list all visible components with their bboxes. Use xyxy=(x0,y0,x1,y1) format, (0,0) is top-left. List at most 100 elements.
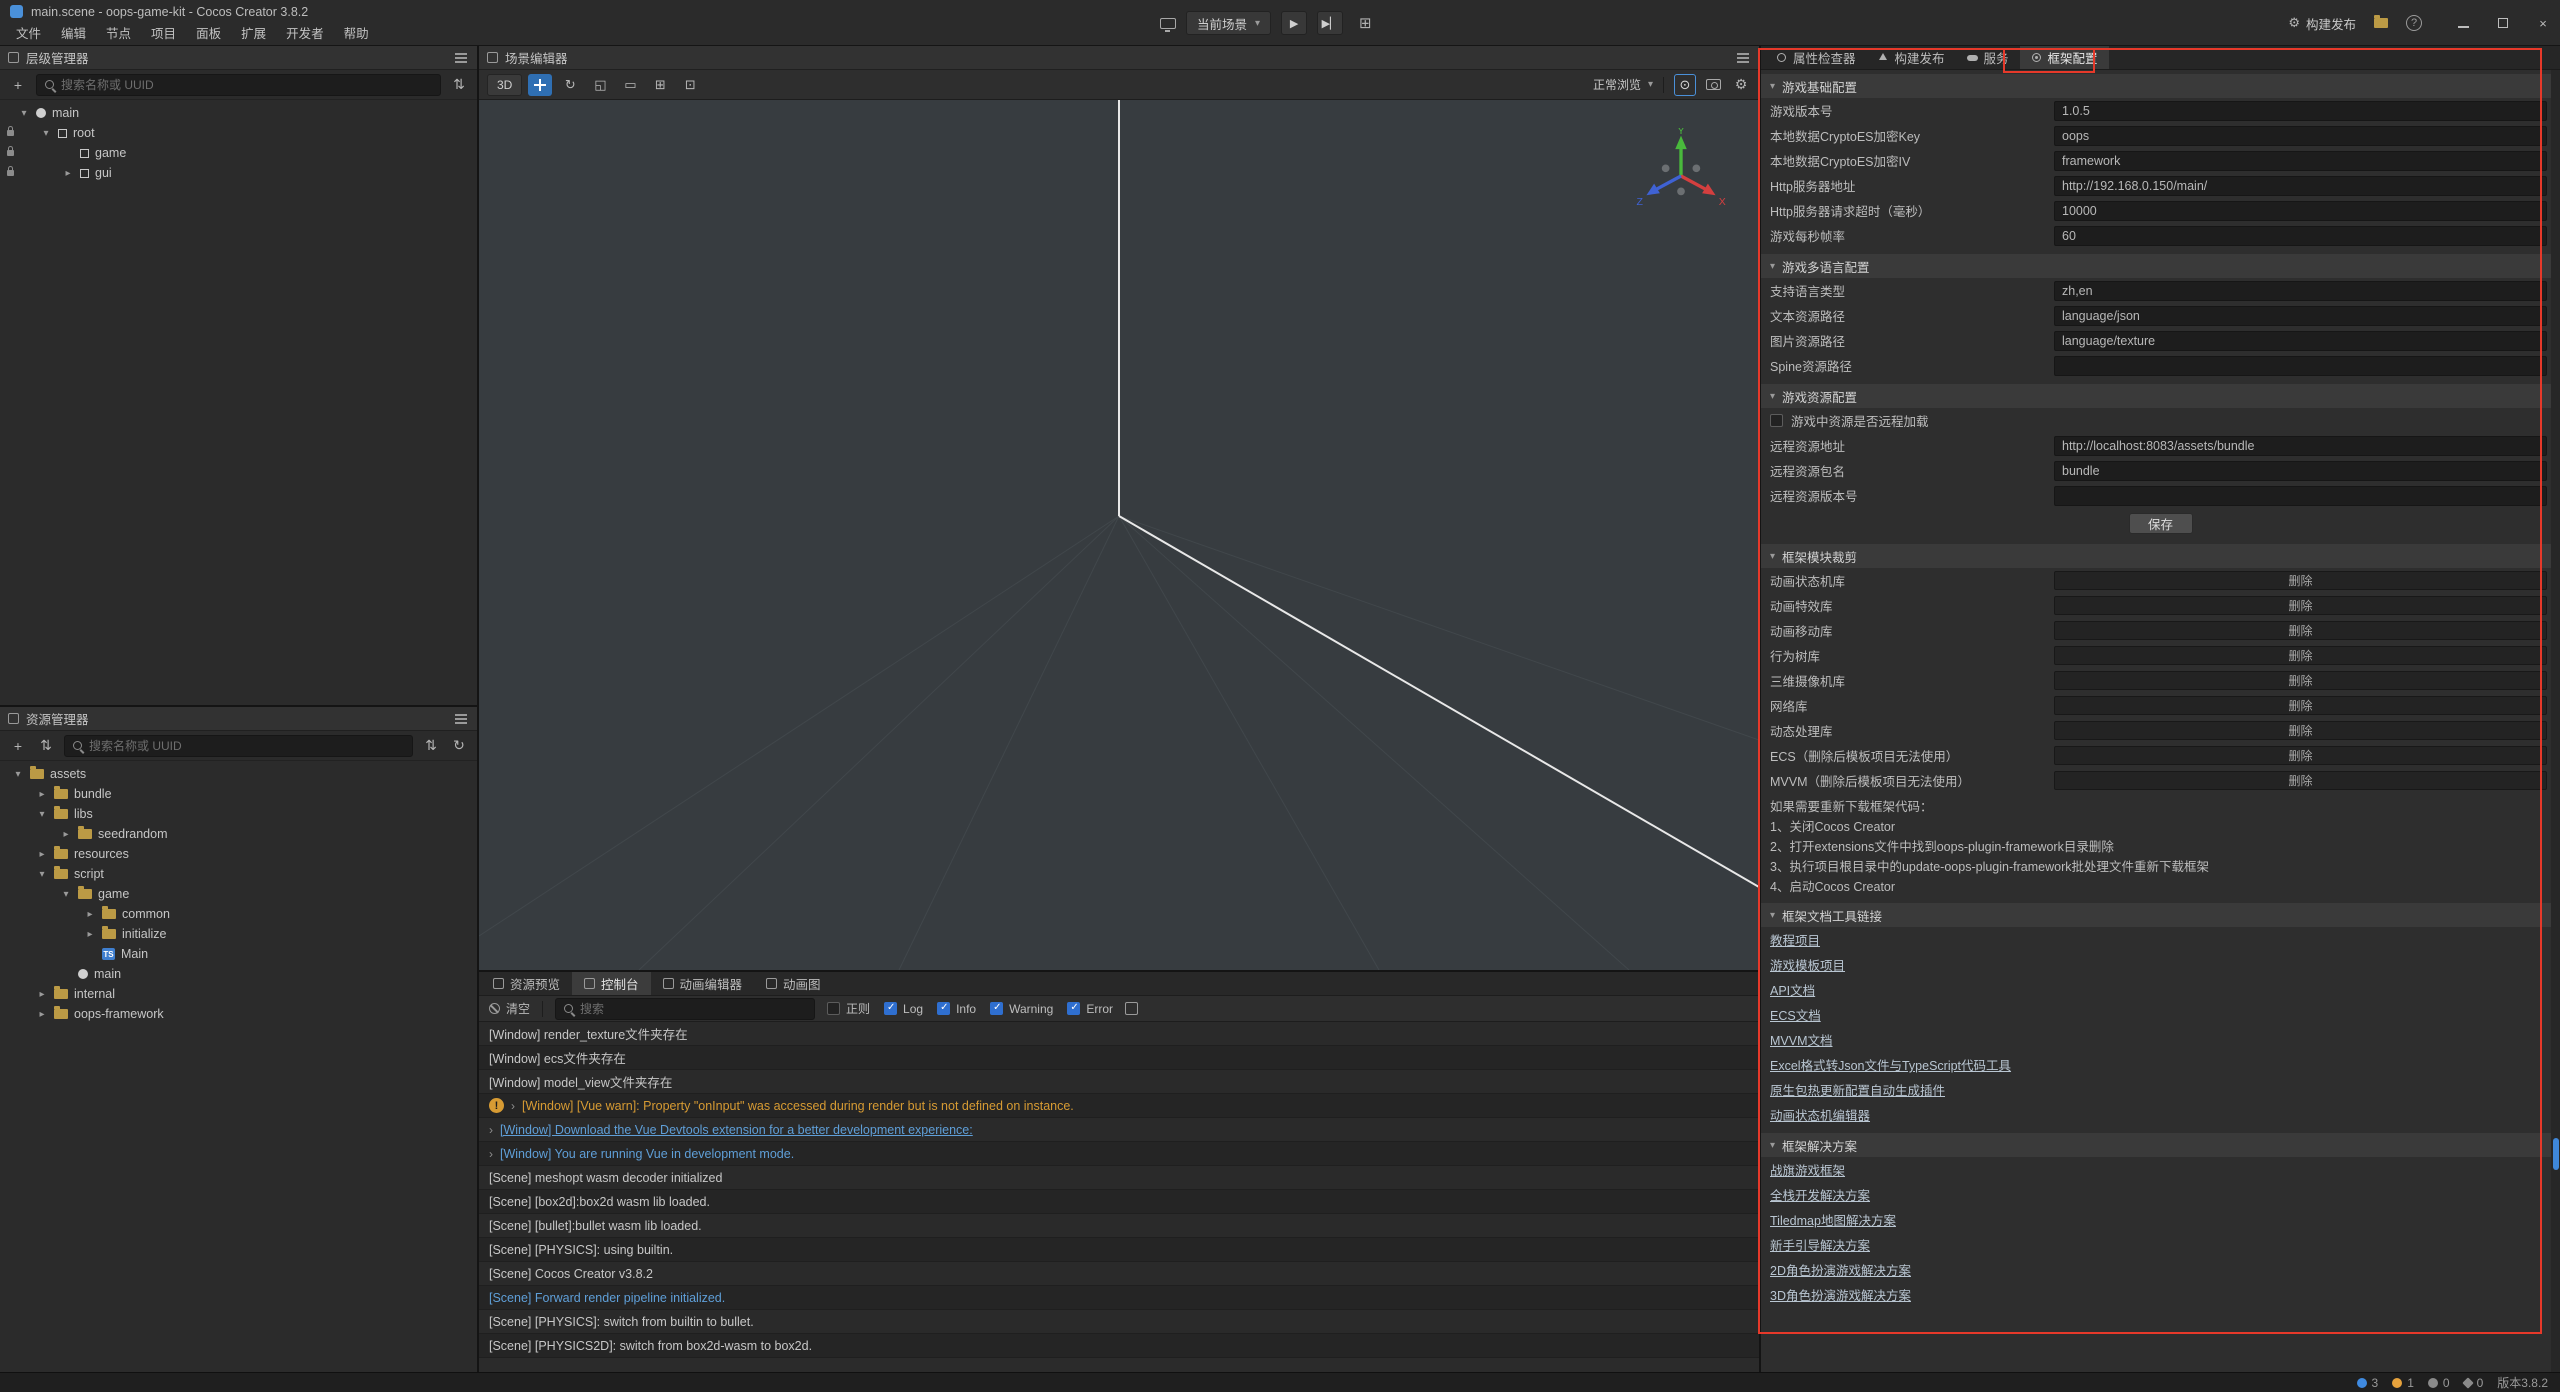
expand-arrow-icon[interactable]: › xyxy=(511,1099,515,1113)
delete-module-button[interactable]: 删除 xyxy=(2054,696,2547,715)
expand-arrow-icon[interactable]: ▸ xyxy=(36,989,48,1000)
expand-arrow-icon[interactable]: › xyxy=(489,1147,493,1161)
console-tab[interactable]: 资源预览 xyxy=(481,972,572,995)
expand-arrow-icon[interactable]: ▸ xyxy=(36,849,48,860)
delete-module-button[interactable]: 删除 xyxy=(2054,671,2547,690)
expand-arrow-icon[interactable]: ▸ xyxy=(84,909,96,920)
panel-menu-icon[interactable] xyxy=(455,718,467,720)
menu-item[interactable]: 编辑 xyxy=(51,23,96,46)
section-header-solutions[interactable]: ▾ 框架解决方案 xyxy=(1761,1133,2560,1157)
field-input[interactable] xyxy=(2054,281,2547,301)
field-input[interactable] xyxy=(2054,331,2547,351)
console-tab[interactable]: 控制台 xyxy=(572,972,651,995)
assets-search-input[interactable] xyxy=(89,739,404,753)
panel-menu-icon[interactable] xyxy=(455,57,467,59)
expand-arrow-icon[interactable]: ▸ xyxy=(84,929,96,940)
console-tab[interactable]: 动画图 xyxy=(754,972,833,995)
hierarchy-search-input[interactable] xyxy=(61,78,432,92)
status-count[interactable]: 0 xyxy=(2464,1376,2484,1390)
menu-item[interactable]: 节点 xyxy=(96,23,141,46)
scene-select-dropdown[interactable]: 当前场景 ▾ xyxy=(1186,11,1271,35)
rotate-tool-button[interactable]: ↻ xyxy=(558,74,582,96)
clear-console-button[interactable]: 清空 xyxy=(489,1000,530,1017)
section-header-res[interactable]: ▾ 游戏资源配置 xyxy=(1761,384,2560,408)
asset-node[interactable]: Main xyxy=(0,944,477,964)
log-row[interactable]: [Scene] [PHYSICS]: using builtin. xyxy=(479,1238,1759,1262)
field-input[interactable] xyxy=(2054,101,2547,121)
rect-tool-button[interactable]: ▭ xyxy=(618,74,642,96)
expand-arrow-icon[interactable]: ▾ xyxy=(40,128,52,139)
asset-node[interactable]: ▾ script xyxy=(0,864,477,884)
checkbox[interactable] xyxy=(990,1002,1003,1015)
console-search-input[interactable] xyxy=(580,1002,806,1016)
asset-node[interactable]: ▸ oops-framework xyxy=(0,1004,477,1024)
pivot-button[interactable]: ⊡ xyxy=(678,74,702,96)
inspector-tab[interactable]: 构建发布 xyxy=(1867,46,1956,69)
delete-module-button[interactable]: 删除 xyxy=(2054,571,2547,590)
asset-node[interactable]: ▾ game xyxy=(0,884,477,904)
log-filter-checkbox[interactable]: 正则 xyxy=(827,1000,870,1017)
field-input[interactable] xyxy=(2054,356,2547,376)
menu-item[interactable]: 文件 xyxy=(6,23,51,46)
expand-arrow-icon[interactable]: ▾ xyxy=(36,809,48,820)
delete-module-button[interactable]: 删除 xyxy=(2054,646,2547,665)
section-header-basic[interactable]: ▾ 游戏基础配置 xyxy=(1761,74,2560,98)
export-log-icon[interactable] xyxy=(1125,1002,1138,1015)
checkbox[interactable] xyxy=(827,1002,840,1015)
expand-arrow-icon[interactable]: ▸ xyxy=(36,789,48,800)
view-mode-dropdown[interactable]: 正常浏览 ▾ xyxy=(1593,76,1653,93)
field-input[interactable] xyxy=(2054,306,2547,326)
expand-arrow-icon[interactable]: ▸ xyxy=(36,1009,48,1020)
menu-item[interactable]: 面板 xyxy=(186,23,231,46)
expand-arrow-icon[interactable]: › xyxy=(489,1123,493,1137)
axis-gizmo[interactable]: Y X Z xyxy=(1633,128,1729,224)
menu-item[interactable]: 帮助 xyxy=(334,23,379,46)
expand-arrow-icon[interactable]: ▸ xyxy=(60,829,72,840)
field-input[interactable] xyxy=(2054,436,2547,456)
doc-link[interactable]: 游戏模板项目 xyxy=(1770,955,1845,974)
lock-icon[interactable] xyxy=(7,150,14,156)
console-tab[interactable]: 动画编辑器 xyxy=(651,972,755,995)
minimize-button[interactable] xyxy=(2456,16,2470,31)
checkbox[interactable] xyxy=(937,1002,950,1015)
asset-node[interactable]: ▸ initialize xyxy=(0,924,477,944)
field-input[interactable] xyxy=(2054,176,2547,196)
help-icon[interactable]: ? xyxy=(2406,15,2422,31)
status-count[interactable]: 3 xyxy=(2357,1376,2379,1390)
build-publish-button[interactable]: ⚙ 构建发布 xyxy=(2288,14,2356,33)
expand-arrow-icon[interactable]: ▾ xyxy=(60,889,72,900)
menu-item[interactable]: 扩展 xyxy=(231,23,276,46)
log-row[interactable]: [Scene] [box2d]:box2d wasm lib loaded. xyxy=(479,1190,1759,1214)
solution-link[interactable]: 战旗游戏框架 xyxy=(1770,1160,1845,1179)
log-row[interactable]: [Scene] [bullet]:bullet wasm lib loaded. xyxy=(479,1214,1759,1238)
menu-item[interactable]: 开发者 xyxy=(276,23,334,46)
log-row[interactable]: [Window] render_texture文件夹存在 xyxy=(479,1022,1759,1046)
filter-icon[interactable]: ⇅ xyxy=(449,75,469,95)
field-input[interactable] xyxy=(2054,486,2547,506)
log-row[interactable]: [Scene] [PHYSICS2D]: switch from box2d-w… xyxy=(479,1334,1759,1358)
add-asset-button[interactable]: + xyxy=(8,736,28,756)
asset-node[interactable]: ▸ bundle xyxy=(0,784,477,804)
log-filter-checkbox[interactable]: Error xyxy=(1067,1002,1113,1016)
scale-tool-button[interactable]: ◱ xyxy=(588,74,612,96)
delete-module-button[interactable]: 删除 xyxy=(2054,721,2547,740)
doc-link[interactable]: 教程项目 xyxy=(1770,930,1820,949)
doc-link[interactable]: Excel格式转Json文件与TypeScript代码工具 xyxy=(1770,1055,2011,1074)
expand-arrow-icon[interactable]: ▾ xyxy=(12,769,24,780)
scrollbar-thumb[interactable] xyxy=(2553,1138,2559,1170)
field-input[interactable] xyxy=(2054,151,2547,171)
section-header-modules[interactable]: ▾ 框架模块裁剪 xyxy=(1761,544,2560,568)
hierarchy-node[interactable]: ▾ main xyxy=(0,103,477,123)
field-input[interactable] xyxy=(2054,226,2547,246)
move-tool-button[interactable] xyxy=(528,74,552,96)
add-node-button[interactable]: + xyxy=(8,75,28,95)
checkbox[interactable] xyxy=(1067,1002,1080,1015)
doc-link[interactable]: ECS文档 xyxy=(1770,1005,1821,1024)
assets-search[interactable] xyxy=(64,735,413,757)
delete-module-button[interactable]: 删除 xyxy=(2054,621,2547,640)
step-button[interactable]: ▶▏ xyxy=(1317,11,1343,35)
doc-link[interactable]: MVVM文档 xyxy=(1770,1030,1833,1049)
menu-item[interactable]: 项目 xyxy=(141,23,186,46)
remote-load-checkbox[interactable] xyxy=(1770,414,1783,427)
refresh-icon[interactable]: ↻ xyxy=(449,736,469,756)
